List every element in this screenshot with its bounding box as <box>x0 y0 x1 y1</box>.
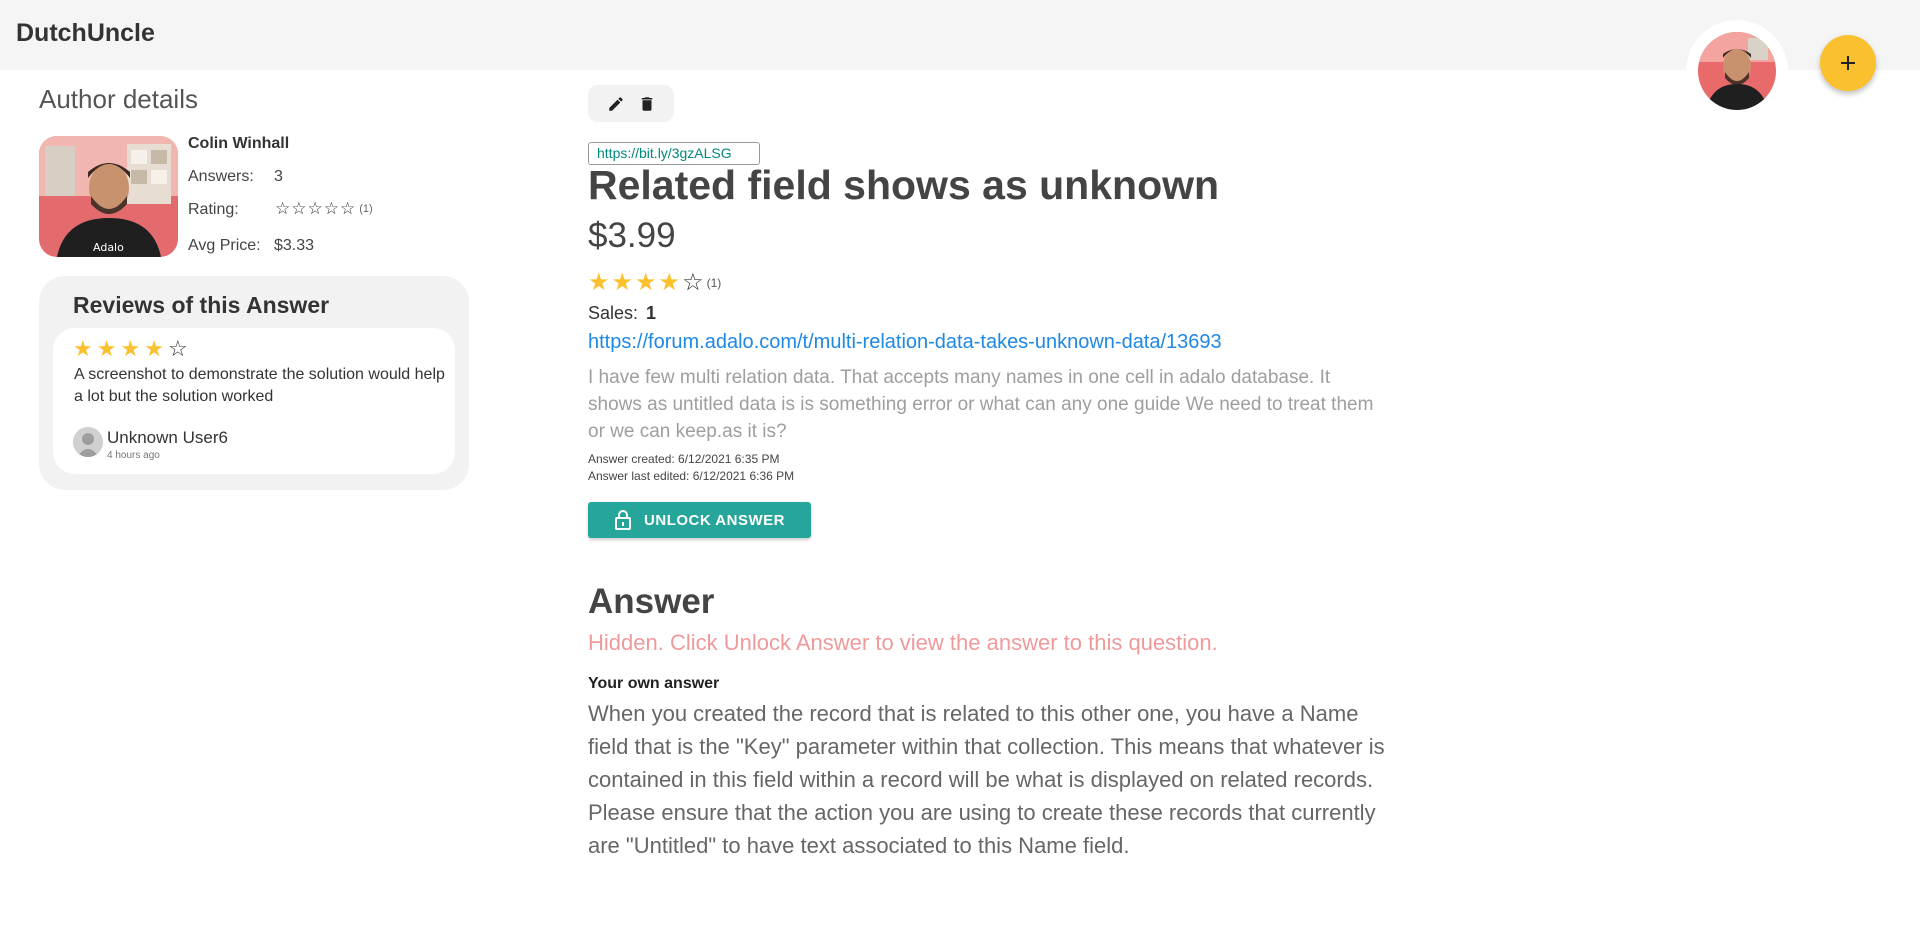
rating-label: Rating: <box>188 201 239 218</box>
action-toolbar <box>588 85 674 122</box>
lock-open-icon <box>615 510 632 530</box>
unlock-answer-button[interactable]: UNLOCK ANSWER <box>588 502 811 538</box>
hidden-answer-note: Hidden. Click Unlock Answer to view the … <box>588 630 1218 655</box>
question-title: Related field shows as unknown <box>588 162 1220 208</box>
unlock-answer-label: UNLOCK ANSWER <box>644 511 785 529</box>
star-filled-icon: ★ <box>588 269 610 296</box>
question-rating-stars: ★ ★ ★ ★ ☆ (1) <box>588 271 721 295</box>
avatar <box>1698 32 1776 110</box>
star-outline-icon: ☆ <box>167 336 188 361</box>
sales-label: Sales: <box>588 303 639 323</box>
avg-price-label: Avg Price: <box>188 237 261 254</box>
delete-button[interactable] <box>636 93 658 115</box>
author-photo: Adalo <box>39 136 178 257</box>
review-rating-stars: ★ ★ ★ ★ ☆ <box>73 338 188 360</box>
reviews-heading: Reviews of this Answer <box>73 292 330 318</box>
reviewer-avatar <box>73 427 103 457</box>
pencil-icon <box>608 96 623 111</box>
star-filled-icon: ★ <box>635 269 657 296</box>
answer-edited-date: Answer last edited: 6/12/2021 6:36 PM <box>588 469 795 483</box>
reviews-card: Reviews of this Answer ★ ★ ★ ★ ☆ A screensho… <box>39 276 469 490</box>
edit-button[interactable] <box>605 93 627 115</box>
app-brand[interactable]: DutchUncle <box>16 19 155 48</box>
star-outline-icon: ☆ <box>323 199 339 218</box>
add-button[interactable] <box>1820 35 1876 91</box>
own-answer-text: When you created the record that is rela… <box>588 701 1385 858</box>
forum-link[interactable]: https://forum.adalo.com/t/multi-relation… <box>588 331 1222 354</box>
star-filled-icon: ★ <box>658 269 681 296</box>
reviewer-name: Unknown User6 <box>107 428 228 447</box>
question-body: I have few multi relation data. That acc… <box>588 367 1374 442</box>
star-filled-icon: ★ <box>73 336 93 361</box>
own-answer-label: Your own answer <box>588 675 720 692</box>
author-name: Colin Winhall <box>188 135 290 152</box>
top-bar: DutchUncle <box>0 0 1920 70</box>
question-price: $3.99 <box>588 216 676 255</box>
star-outline-icon: ☆ <box>682 269 704 296</box>
avg-price-value: $3.33 <box>274 237 315 254</box>
answer-heading: Answer <box>588 582 715 621</box>
answers-label: Answers: <box>188 168 254 185</box>
author-rating-stars: ☆ ☆ ☆ ☆ ☆ (1) <box>275 200 373 217</box>
star-filled-icon: ★ <box>96 336 117 361</box>
review-timestamp: 4 hours ago <box>107 450 160 461</box>
answers-count: 3 <box>274 168 283 185</box>
plus-icon <box>1841 56 1855 70</box>
star-outline-icon: ☆ <box>291 199 307 218</box>
sales-count: 1 <box>646 303 657 323</box>
trash-icon <box>641 96 652 111</box>
answer-created-date: Answer created: 6/12/2021 6:35 PM <box>588 452 780 466</box>
star-outline-icon: ☆ <box>307 199 323 218</box>
author-details-heading: Author details <box>39 84 198 114</box>
star-filled-icon: ★ <box>144 336 164 361</box>
star-outline-icon: ☆ <box>340 199 356 218</box>
rating-count: (1) <box>359 202 373 215</box>
review-text: A screenshot to demonstrate the solution… <box>74 366 445 405</box>
user-avatar-button[interactable] <box>1686 20 1788 122</box>
star-filled-icon: ★ <box>120 336 141 361</box>
star-outline-icon: ☆ <box>275 199 291 218</box>
rating-count: (1) <box>706 276 722 290</box>
svg-text:Adalo: Adalo <box>93 241 124 254</box>
review-item: ★ ★ ★ ★ ☆ A screenshot to demonstrate the so… <box>53 328 455 474</box>
star-filled-icon: ★ <box>611 269 634 296</box>
